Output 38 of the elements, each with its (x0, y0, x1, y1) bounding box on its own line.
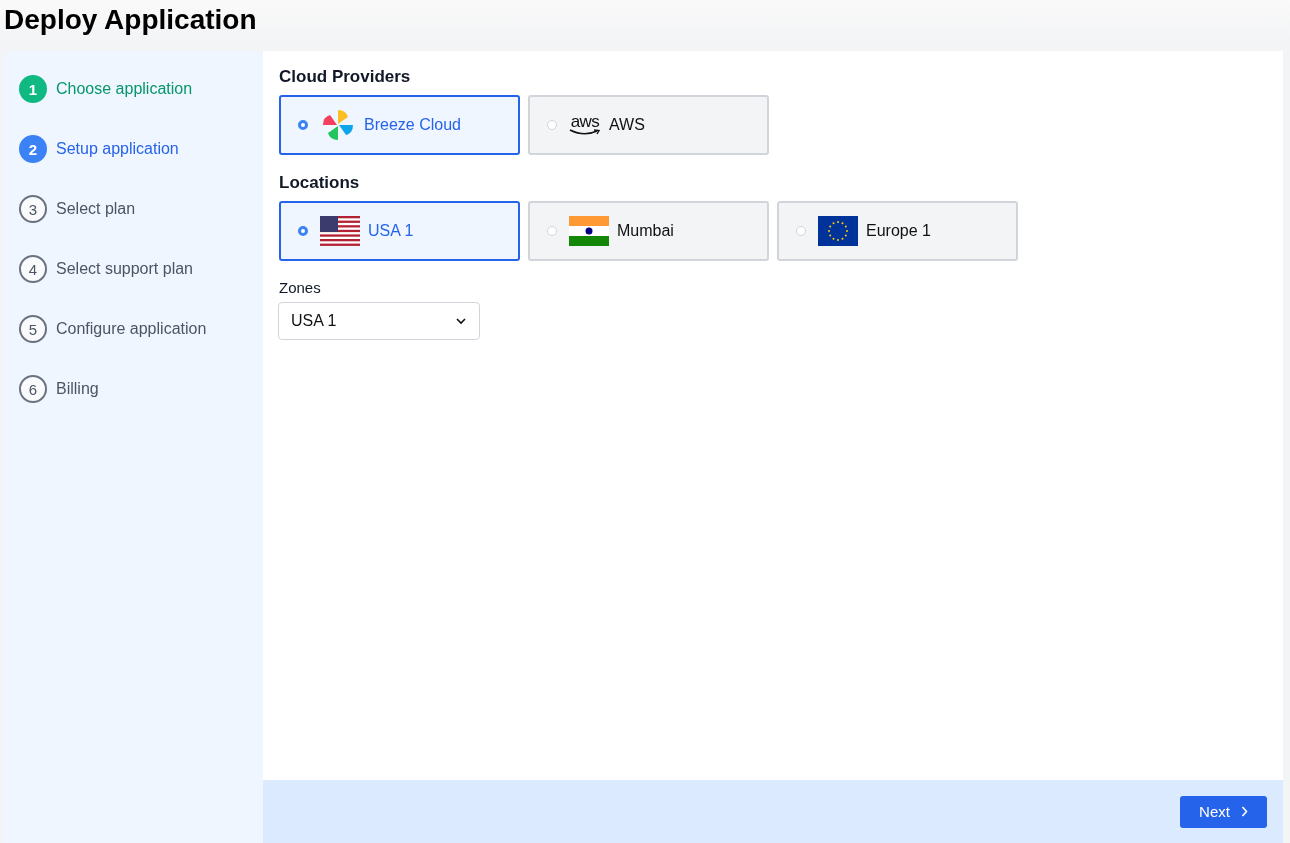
logo-text: aws (570, 114, 600, 129)
step-label[interactable]: Select plan (56, 200, 136, 218)
step-label[interactable]: Choose application (56, 80, 193, 98)
next-button[interactable]: Next (1180, 795, 1267, 828)
flag-icon (569, 216, 609, 246)
step-number: 1 (19, 75, 47, 103)
option-label: Europe 1 (866, 222, 931, 240)
step-number: 3 (19, 195, 47, 223)
radio-button[interactable] (298, 226, 308, 236)
step-label[interactable]: Billing (56, 380, 99, 398)
option-label: Mumbai (617, 222, 674, 240)
radio-button[interactable] (298, 120, 308, 130)
step-label[interactable]: Setup application (56, 140, 179, 158)
provider-option[interactable]: aws AWS (528, 95, 769, 155)
step-label[interactable]: Configure application (56, 320, 207, 338)
smile-arrow-icon (569, 128, 601, 136)
step-number: 6 (19, 375, 47, 403)
pinwheel-logo-icon (320, 107, 356, 143)
provider-option[interactable]: Breeze Cloud (279, 95, 520, 155)
location-option[interactable]: USA 1 (279, 201, 520, 261)
option-label: AWS (609, 116, 645, 134)
section-heading: Cloud Providers (279, 67, 412, 87)
location-option[interactable]: Europe 1 (777, 201, 1018, 261)
location-option[interactable]: Mumbai (528, 201, 769, 261)
section-heading: Locations (279, 173, 361, 193)
chevron-right-icon (1240, 806, 1248, 817)
zones-dropdown[interactable]: USA 1 (278, 302, 480, 340)
page-title: Deploy Application (3, 3, 258, 37)
step-label[interactable]: Select support plan (56, 260, 193, 278)
option-label: USA 1 (368, 222, 414, 240)
flag-icon (320, 216, 360, 246)
step-number: 2 (19, 135, 47, 163)
option-label: Breeze Cloud (364, 116, 461, 134)
chevron-down-icon (456, 317, 466, 325)
step-number: 4 (19, 255, 47, 283)
flag-icon (818, 216, 858, 246)
field-label: Zones (279, 279, 322, 296)
step-number: 5 (19, 315, 47, 343)
